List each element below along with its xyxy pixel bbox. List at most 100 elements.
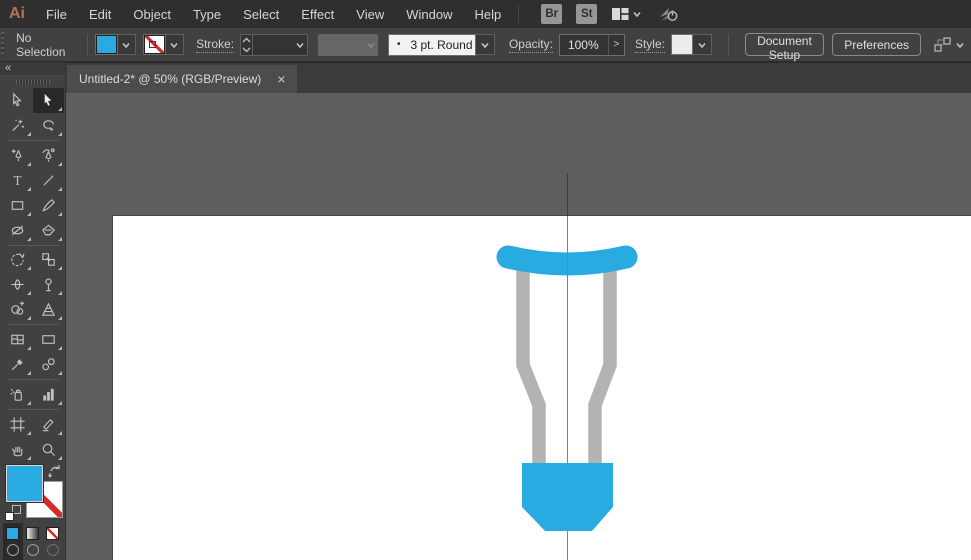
tool-blend[interactable] bbox=[33, 352, 64, 377]
chevron-down-icon bbox=[695, 38, 709, 52]
svg-text:T: T bbox=[13, 173, 21, 188]
chevron-down-icon bbox=[167, 38, 181, 52]
chevron-down-icon bbox=[953, 38, 967, 52]
tools-divider bbox=[7, 324, 59, 325]
align-options[interactable] bbox=[933, 36, 967, 54]
width-tool-icon bbox=[9, 276, 26, 293]
menu-type[interactable]: Type bbox=[182, 7, 232, 22]
tool-lasso[interactable] bbox=[33, 113, 64, 138]
rectangle-tool-icon bbox=[9, 197, 26, 214]
menubar-divider bbox=[518, 5, 519, 23]
style-dropdown[interactable] bbox=[693, 34, 712, 55]
menu-object[interactable]: Object bbox=[122, 7, 182, 22]
menu-help[interactable]: Help bbox=[463, 7, 512, 22]
tool-type[interactable]: T bbox=[2, 168, 33, 193]
tool-perspective-grid[interactable] bbox=[33, 297, 64, 322]
artboard[interactable] bbox=[113, 216, 971, 560]
tool-column-graph[interactable] bbox=[33, 382, 64, 407]
tool-puppet-warp[interactable] bbox=[33, 272, 64, 297]
symbol-sprayer-tool-icon bbox=[9, 386, 26, 403]
style-control[interactable] bbox=[671, 34, 712, 55]
style-label[interactable]: Style: bbox=[635, 37, 665, 53]
tool-paintbrush[interactable] bbox=[33, 193, 64, 218]
opacity-field[interactable]: 100% > bbox=[559, 34, 625, 56]
close-tab-icon[interactable]: × bbox=[277, 73, 285, 85]
stroke-color-dropdown[interactable] bbox=[165, 34, 184, 55]
none-fill-icon bbox=[46, 527, 59, 540]
gpu-performance-icon bbox=[658, 5, 680, 23]
tool-curvature[interactable] bbox=[33, 143, 64, 168]
tools-panel-grip[interactable] bbox=[16, 80, 50, 85]
opacity-label[interactable]: Opacity: bbox=[509, 37, 553, 53]
tool-gradient[interactable] bbox=[33, 327, 64, 352]
tool-eyedropper[interactable] bbox=[2, 352, 33, 377]
collapse-panel-icon[interactable]: « bbox=[5, 62, 11, 74]
tools-panel-header[interactable]: « bbox=[0, 62, 65, 76]
tool-magic-wand[interactable] bbox=[2, 113, 33, 138]
tool-selection[interactable] bbox=[2, 88, 33, 113]
opacity-expand-button[interactable]: > bbox=[608, 35, 624, 55]
menu-edit[interactable]: Edit bbox=[78, 7, 122, 22]
stroke-color-control[interactable] bbox=[144, 34, 184, 55]
menu-file[interactable]: File bbox=[35, 7, 78, 22]
menu-select[interactable]: Select bbox=[232, 7, 290, 22]
tool-artboard[interactable] bbox=[2, 412, 33, 437]
stock-button[interactable]: St bbox=[576, 4, 597, 24]
tool-scale[interactable] bbox=[33, 247, 64, 272]
tool-pen[interactable] bbox=[2, 143, 33, 168]
fill-color-control[interactable] bbox=[96, 34, 136, 55]
brush-definition-combo[interactable]: • 3 pt. Round bbox=[388, 34, 495, 56]
brush-definition-value: 3 pt. Round bbox=[410, 38, 472, 52]
tools-panel: « bbox=[0, 62, 66, 560]
tool-line-segment[interactable] bbox=[33, 168, 64, 193]
tool-rotate[interactable] bbox=[2, 247, 33, 272]
tool-eraser[interactable] bbox=[33, 218, 64, 243]
gpu-performance[interactable] bbox=[658, 5, 680, 23]
canvas[interactable] bbox=[66, 93, 971, 560]
gradient-mode-button[interactable] bbox=[23, 523, 43, 543]
document-tab-bar: Untitled-2* @ 50% (RGB/Preview) × bbox=[66, 62, 971, 93]
direct-selection-tool-icon bbox=[40, 92, 57, 109]
tool-symbol-sprayer[interactable] bbox=[2, 382, 33, 407]
tool-rectangle[interactable] bbox=[2, 193, 33, 218]
width-profile-combo-disabled bbox=[318, 34, 378, 56]
workspace-switcher[interactable] bbox=[611, 6, 644, 22]
document-setup-button[interactable]: Document Setup bbox=[745, 33, 825, 56]
chevron-down-icon bbox=[119, 38, 133, 52]
default-fill-stroke-icon[interactable] bbox=[5, 505, 21, 521]
tool-shape-builder[interactable] bbox=[2, 297, 33, 322]
tool-direct-selection[interactable] bbox=[33, 88, 64, 113]
stroke-weight-combo[interactable] bbox=[253, 34, 308, 56]
menu-window[interactable]: Window bbox=[395, 7, 463, 22]
none-mode-button[interactable] bbox=[43, 523, 63, 543]
brush-bullet-icon: • bbox=[397, 39, 401, 50]
tool-mesh[interactable] bbox=[2, 327, 33, 352]
brush-definition-dropdown[interactable] bbox=[476, 34, 495, 55]
tool-slice[interactable] bbox=[33, 412, 64, 437]
tool-zoom[interactable] bbox=[33, 437, 64, 462]
color-mode-button[interactable] bbox=[3, 523, 23, 543]
chevron-down-icon bbox=[364, 38, 378, 52]
tool-width[interactable] bbox=[2, 272, 33, 297]
document-tab[interactable]: Untitled-2* @ 50% (RGB/Preview) × bbox=[67, 65, 297, 93]
tools-divider bbox=[7, 140, 59, 141]
fill-indicator-swatch[interactable] bbox=[6, 465, 43, 502]
menu-view[interactable]: View bbox=[345, 7, 395, 22]
swap-fill-stroke-icon[interactable] bbox=[48, 464, 63, 479]
draw-behind-icon bbox=[27, 544, 39, 556]
preferences-button[interactable]: Preferences bbox=[832, 33, 921, 56]
stroke-weight-stepper[interactable] bbox=[240, 34, 253, 56]
fill-color-swatch[interactable] bbox=[96, 35, 117, 54]
tool-hand[interactable] bbox=[2, 437, 33, 462]
bridge-button[interactable]: Br bbox=[541, 4, 562, 24]
tool-shaper[interactable] bbox=[2, 218, 33, 243]
menu-effect[interactable]: Effect bbox=[290, 7, 345, 22]
stroke-label[interactable]: Stroke: bbox=[196, 37, 234, 53]
opacity-value[interactable]: 100% bbox=[560, 38, 608, 52]
style-swatch[interactable] bbox=[671, 34, 693, 55]
fill-color-dropdown[interactable] bbox=[117, 34, 136, 55]
align-icon bbox=[933, 36, 953, 54]
stroke-none-swatch[interactable] bbox=[144, 35, 165, 54]
control-bar-grip[interactable] bbox=[1, 32, 4, 57]
eyedropper-tool-icon bbox=[9, 356, 26, 373]
